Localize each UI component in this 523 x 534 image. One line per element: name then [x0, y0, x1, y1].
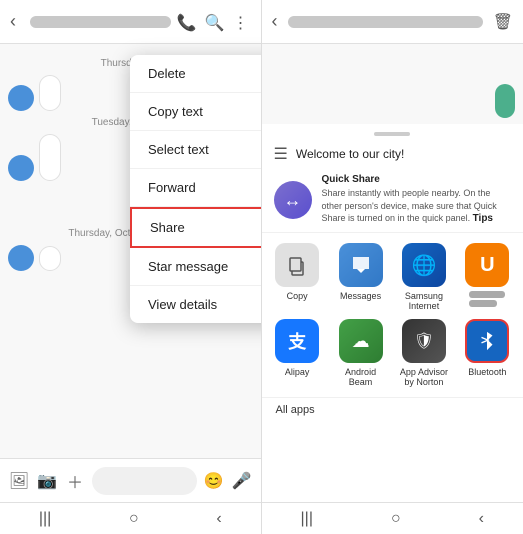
back-icon[interactable]: ‹ [10, 11, 16, 32]
right-nav-back-icon[interactable]: ‹ [479, 510, 484, 528]
message-bubble [39, 134, 61, 181]
quick-share-info: ↔ Quick Share Share instantly with peopl… [262, 168, 523, 233]
right-nav-recent-icon[interactable]: ||| [301, 510, 313, 528]
copy-app-icon [275, 243, 319, 287]
right-contact-name [288, 16, 483, 28]
bluetooth-app-label: Bluetooth [468, 367, 506, 377]
hamburger-icon[interactable]: ☰ [274, 144, 288, 164]
app-item-alipay[interactable]: 支 Alipay [270, 319, 325, 387]
left-panel: ‹ 📞 🔍 ⋮ Thursday, Jul Tuesday, Septem [0, 0, 261, 534]
context-copy-text[interactable]: Copy text [130, 93, 261, 131]
app-item-android-beam[interactable]: ☁ AndroidBeam [333, 319, 388, 387]
video-icon[interactable]: 📷 [36, 470, 58, 492]
outgoing-bubble [495, 84, 515, 118]
avatar [8, 155, 34, 181]
messages-app-label: Messages [340, 291, 381, 301]
avatar [8, 85, 34, 111]
context-menu: Delete Copy text Select text Forward Sha… [130, 55, 261, 323]
chat-bottom: 🖼 📷 ＋ 😊 🎤 [0, 458, 261, 502]
messages-app-icon [339, 243, 383, 287]
alipay-app-label: Alipay [285, 367, 310, 377]
context-forward[interactable]: Forward [130, 169, 261, 207]
quick-share-description: Quick Share Share instantly with people … [322, 174, 512, 226]
right-back-icon[interactable]: ‹ [272, 11, 278, 32]
uc-app-label [469, 291, 505, 307]
share-sheet: ☰ Welcome to our city! ↔ Quick Share Sha… [262, 124, 523, 502]
share-handle [374, 132, 410, 136]
app-item-samsung[interactable]: 🌐 Samsung Internet [396, 243, 451, 311]
share-header: ☰ Welcome to our city! [262, 140, 523, 168]
message-input[interactable] [92, 467, 197, 495]
quick-share-desc-text: Share instantly with people nearby. On t… [322, 187, 512, 226]
sticker-icon[interactable]: 😊 [203, 470, 225, 492]
contact-name-bar [30, 16, 171, 28]
norton-app-icon: 🛡 [402, 319, 446, 363]
uc-app-icon: U [465, 243, 509, 287]
left-header: ‹ 📞 🔍 ⋮ [0, 0, 261, 44]
message-bubble [39, 246, 61, 271]
mic-icon[interactable]: 🎤 [231, 470, 253, 492]
context-delete[interactable]: Delete [130, 55, 261, 93]
nav-recent-icon[interactable]: ||| [39, 510, 51, 528]
welcome-text: Welcome to our city! [296, 147, 404, 161]
phone-icon[interactable]: 📞 [177, 13, 195, 31]
bluetooth-app-icon [465, 319, 509, 363]
context-view-details[interactable]: View details [130, 286, 261, 323]
nav-back-icon[interactable]: ‹ [216, 510, 221, 528]
left-nav-bar: ||| ○ ‹ [0, 502, 261, 534]
image-icon[interactable]: 🖼 [8, 470, 30, 492]
app-item-messages[interactable]: Messages [333, 243, 388, 311]
message-bubble [39, 75, 61, 111]
samsung-app-icon: 🌐 [402, 243, 446, 287]
android-beam-label: AndroidBeam [345, 367, 376, 387]
nav-home-icon[interactable]: ○ [129, 510, 139, 528]
android-beam-icon: ☁ [339, 319, 383, 363]
header-icons: 📞 🔍 ⋮ [177, 13, 251, 31]
app-item-bluetooth[interactable]: Bluetooth [460, 319, 515, 387]
norton-app-label: App Advisorby Norton [400, 367, 448, 387]
tips-label[interactable]: Tips [473, 213, 493, 224]
right-header: ‹ 🗑 [262, 0, 523, 44]
avatar [8, 245, 34, 271]
app-item-norton[interactable]: 🛡 App Advisorby Norton [396, 319, 451, 387]
quick-share-icon[interactable]: ↔ [274, 181, 312, 219]
right-nav-bar: ||| ○ ‹ [262, 502, 523, 534]
all-apps-row[interactable]: All apps [262, 397, 523, 422]
trash-icon[interactable]: 🗑 [493, 12, 513, 32]
context-share[interactable]: Share [130, 207, 261, 248]
right-chat-preview [262, 44, 523, 124]
alipay-app-icon: 支 [275, 319, 319, 363]
context-select-text[interactable]: Select text [130, 131, 261, 169]
add-icon[interactable]: ＋ [64, 470, 86, 492]
right-panel: ‹ 🗑 ☰ Welcome to our city! ↔ Quick Share… [262, 0, 523, 534]
app-item-uc[interactable]: U [460, 243, 515, 311]
apps-grid: Copy Messages 🌐 Samsung Internet [262, 233, 523, 397]
samsung-app-label: Samsung Internet [396, 291, 451, 311]
quick-share-label: Quick Share [322, 174, 512, 185]
context-star[interactable]: Star message [130, 248, 261, 286]
more-icon[interactable]: ⋮ [233, 13, 251, 31]
search-icon[interactable]: 🔍 [205, 13, 223, 31]
app-item-copy[interactable]: Copy [270, 243, 325, 311]
copy-app-label: Copy [287, 291, 308, 301]
right-nav-home-icon[interactable]: ○ [391, 510, 401, 528]
